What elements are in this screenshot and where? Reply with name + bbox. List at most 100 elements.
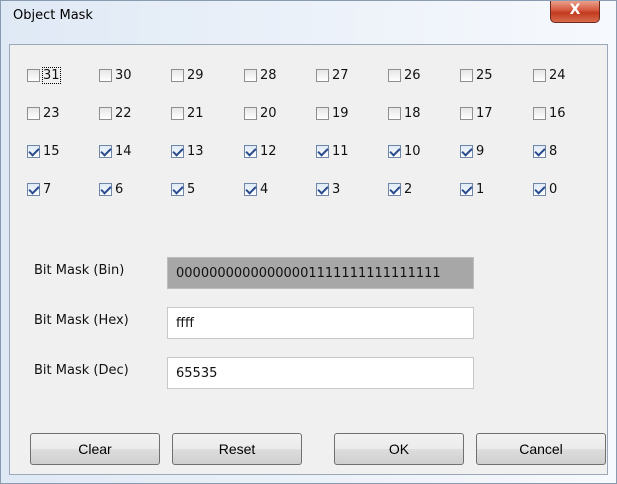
close-button[interactable]: X [550,1,600,23]
bit-checkbox-11[interactable]: 11 [316,141,349,161]
checkmark-icon[interactable] [244,144,257,158]
hex-field[interactable]: ffff [167,307,474,339]
checkmark-icon[interactable] [460,182,473,196]
checkmark-icon[interactable] [244,182,257,196]
bit-checkbox-12[interactable]: 12 [244,141,277,161]
checkbox-box[interactable] [316,106,329,120]
bit-label: 10 [404,143,421,159]
checkmark-icon[interactable] [316,144,329,158]
checkmark-icon[interactable] [99,144,112,158]
bit-checkbox-24[interactable]: 24 [533,65,566,85]
checkmark-icon[interactable] [533,144,546,158]
bit-label: 21 [187,105,204,121]
bit-checkbox-21[interactable]: 21 [171,103,204,123]
bit-label: 2 [404,181,413,197]
checkbox-box[interactable] [460,106,473,120]
dec-field[interactable]: 65535 [167,357,474,389]
bit-label: 24 [549,67,566,83]
checkbox-box[interactable] [27,106,40,120]
bit-checkbox-5[interactable]: 5 [171,179,195,199]
bit-label: 13 [187,143,204,159]
bit-checkbox-27[interactable]: 27 [316,65,349,85]
bit-label: 28 [260,67,277,83]
reset-button[interactable]: Reset [172,433,302,465]
bit-label: 0 [549,181,558,197]
bit-checkbox-1[interactable]: 1 [460,179,484,199]
checkbox-box[interactable] [244,106,257,120]
bit-label: 9 [476,143,485,159]
bit-checkbox-20[interactable]: 20 [244,103,277,123]
bit-label: 29 [187,67,204,83]
checkbox-box[interactable] [533,68,546,82]
bit-label: 27 [332,67,349,83]
bit-checkbox-2[interactable]: 2 [388,179,412,199]
bit-checkbox-29[interactable]: 29 [171,65,204,85]
bit-checkbox-16[interactable]: 16 [533,103,566,123]
bit-checkbox-31[interactable]: 31 [27,65,61,85]
checkbox-box[interactable] [533,106,546,120]
bit-checkbox-6[interactable]: 6 [99,179,123,199]
checkmark-icon[interactable] [533,182,546,196]
checkmark-icon[interactable] [171,182,184,196]
bit-checkbox-22[interactable]: 22 [99,103,132,123]
bit-checkbox-18[interactable]: 18 [388,103,421,123]
checkmark-icon[interactable] [316,182,329,196]
bit-label: 19 [332,105,349,121]
bit-label: 4 [260,181,269,197]
bit-label: 14 [115,143,132,159]
bit-checkbox-10[interactable]: 10 [388,141,421,161]
checkbox-box[interactable] [171,106,184,120]
checkmark-icon[interactable] [388,182,401,196]
bin-label: Bit Mask (Bin) [34,263,125,278]
bit-label: 20 [260,105,277,121]
dialog-body: 31 30 29 28 27 26 25 24 23 22 21 20 19 18 17 16 15 14 13 12… [9,44,608,475]
cancel-button[interactable]: Cancel [476,433,606,465]
bit-checkbox-19[interactable]: 19 [316,103,349,123]
bit-checkbox-7[interactable]: 7 [27,179,51,199]
checkbox-box[interactable] [27,68,40,82]
bit-label: 1 [476,181,485,197]
bit-checkbox-23[interactable]: 23 [27,103,60,123]
bit-label: 12 [260,143,277,159]
bit-checkbox-13[interactable]: 13 [171,141,204,161]
bit-checkbox-15[interactable]: 15 [27,141,60,161]
hex-label: Bit Mask (Hex) [34,313,129,328]
bit-checkbox-25[interactable]: 25 [460,65,493,85]
checkbox-box[interactable] [99,106,112,120]
checkmark-icon[interactable] [460,144,473,158]
checkmark-icon[interactable] [99,182,112,196]
bit-label: 16 [549,105,566,121]
checkbox-box[interactable] [388,106,401,120]
checkbox-box[interactable] [388,68,401,82]
checkbox-box[interactable] [99,68,112,82]
bit-checkbox-28[interactable]: 28 [244,65,277,85]
checkmark-icon[interactable] [171,144,184,158]
ok-button[interactable]: OK [334,433,464,465]
window-title: Object Mask [13,8,93,23]
bit-checkbox-4[interactable]: 4 [244,179,268,199]
checkmark-icon[interactable] [27,144,40,158]
close-icon: X [569,2,581,18]
checkbox-box[interactable] [244,68,257,82]
bit-checkbox-14[interactable]: 14 [99,141,132,161]
bit-checkbox-30[interactable]: 30 [99,65,132,85]
bit-checkbox-8[interactable]: 8 [533,141,557,161]
checkbox-box[interactable] [171,68,184,82]
bit-label: 7 [43,181,52,197]
bit-label: 11 [332,143,349,159]
checkmark-icon[interactable] [388,144,401,158]
checkmark-icon[interactable] [27,182,40,196]
checkbox-box[interactable] [316,68,329,82]
bit-checkbox-9[interactable]: 9 [460,141,484,161]
bit-checkbox-26[interactable]: 26 [388,65,421,85]
bin-field: 00000000000000001111111111111111 [167,257,474,289]
bit-label: 15 [43,143,60,159]
bit-label: 18 [404,105,421,121]
bit-checkbox-3[interactable]: 3 [316,179,340,199]
bit-checkbox-0[interactable]: 0 [533,179,557,199]
bit-label: 5 [187,181,196,197]
bit-checkbox-17[interactable]: 17 [460,103,493,123]
clear-button[interactable]: Clear [30,433,160,465]
checkbox-box[interactable] [460,68,473,82]
bit-label: 26 [404,67,421,83]
